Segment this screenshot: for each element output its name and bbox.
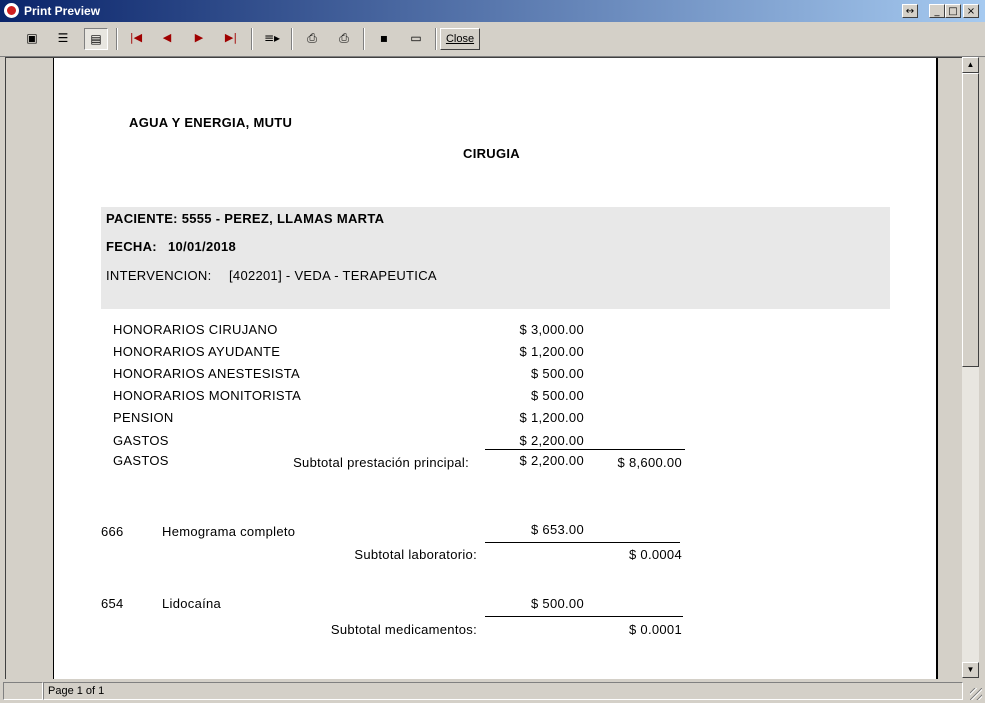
first-page-icon[interactable]: |◀ — [124, 28, 148, 50]
med-subtotal-value: $ 0.0001 — [628, 622, 682, 637]
scroll-down-icon[interactable]: ▼ — [962, 662, 979, 678]
intervention-label: INTERVENCION: — [106, 268, 212, 283]
lab-subtotal-label: Subtotal laboratorio: — [354, 547, 477, 562]
toolbar-separator — [116, 28, 118, 50]
app-icon — [4, 3, 19, 18]
lab-amount: $ 653.00 — [530, 522, 584, 537]
med-name: Lidocaína — [162, 596, 222, 611]
resize-grip-icon[interactable] — [970, 688, 982, 700]
toolbar-separator — [291, 28, 293, 50]
toolbar: ▣ ☰ ▤ |◀ ◀ ▶ ▶| ≡▸ ⎙ ⎙ ▪ ▭ Close — [0, 22, 985, 57]
item-amount: $ 500.00 — [530, 388, 584, 403]
whole-page-icon[interactable]: ▣ — [20, 28, 44, 50]
close-window-button[interactable]: × — [963, 4, 979, 18]
item-label: GASTOS — [113, 453, 169, 468]
resize-icon[interactable]: ↔ — [902, 4, 918, 18]
subtotal-principal-label: Subtotal prestación principal: — [293, 455, 469, 470]
close-button[interactable]: Close — [440, 28, 480, 50]
zoom-100-icon[interactable]: ▤ — [84, 28, 108, 50]
status-cell-empty — [3, 682, 43, 700]
med-rule — [485, 616, 683, 617]
item-amount: $ 500.00 — [530, 366, 584, 381]
item-label: HONORARIOS CIRUJANO — [113, 322, 278, 337]
subtotal-rule — [485, 449, 685, 450]
toolbar-separator — [363, 28, 365, 50]
intervention-value: [402201] - VEDA - TERAPEUTICA — [229, 268, 437, 283]
print-setup-icon[interactable]: ⎙ — [300, 28, 324, 50]
save-icon[interactable]: ▪ — [372, 28, 396, 50]
maximize-button[interactable]: □ — [945, 4, 961, 18]
print-icon[interactable]: ⎙ — [332, 28, 356, 50]
lab-rule — [485, 542, 680, 543]
toolbar-separator — [435, 28, 437, 50]
toolbar-separator — [251, 28, 253, 50]
date-label: FECHA: — [106, 239, 157, 254]
company-name: AGUA Y ENERGIA, MUTU — [129, 115, 293, 130]
item-amount: $ 3,000.00 — [519, 322, 584, 337]
goto-page-icon[interactable]: ≡▸ — [260, 28, 284, 50]
item-label: PENSION — [113, 410, 174, 425]
open-folder-icon[interactable]: ▭ — [404, 28, 428, 50]
status-bar: Page 1 of 1 — [0, 680, 985, 703]
item-label: HONORARIOS AYUDANTE — [113, 344, 281, 359]
page-info: Page 1 of 1 — [43, 682, 963, 700]
med-amount: $ 500.00 — [530, 596, 584, 611]
item-amount: $ 1,200.00 — [519, 410, 584, 425]
minimize-button[interactable]: _ — [929, 4, 945, 18]
scroll-thumb[interactable] — [962, 73, 979, 367]
page-width-icon[interactable]: ☰ — [51, 28, 75, 50]
last-page-icon[interactable]: ▶| — [219, 28, 243, 50]
item-amount: $ 1,200.00 — [519, 344, 584, 359]
item-label: HONORARIOS MONITORISTA — [113, 388, 302, 403]
scroll-up-icon[interactable]: ▲ — [962, 57, 979, 73]
preview-viewport[interactable]: AGUA Y ENERGIA, MUTU CIRUGIA PACIENTE: 5… — [5, 57, 963, 679]
med-subtotal-label: Subtotal medicamentos: — [330, 622, 477, 637]
previous-page-icon[interactable]: ◀ — [155, 28, 179, 50]
item-amount: $ 2,200.00 — [519, 433, 584, 448]
item-label: GASTOS — [113, 433, 169, 448]
section-title: CIRUGIA — [463, 146, 520, 161]
next-page-icon[interactable]: ▶ — [187, 28, 211, 50]
report-page: AGUA Y ENERGIA, MUTU CIRUGIA PACIENTE: 5… — [53, 58, 938, 679]
window-title: Print Preview — [24, 4, 101, 18]
med-code: 654 — [101, 596, 124, 611]
vertical-scrollbar[interactable]: ▲ ▼ — [962, 57, 979, 678]
date-value: 10/01/2018 — [168, 239, 237, 254]
subtotal-principal-value: $ 8,600.00 — [617, 455, 682, 470]
lab-subtotal-value: $ 0.0004 — [628, 547, 682, 562]
lab-name: Hemograma completo — [162, 524, 296, 539]
lab-code: 666 — [101, 524, 124, 539]
patient-line: PACIENTE: 5555 - PEREZ, LLAMAS MARTA — [106, 211, 385, 226]
title-bar: Print Preview ↔ _ □ × — [0, 0, 985, 22]
item-label: HONORARIOS ANESTESISTA — [113, 366, 300, 381]
